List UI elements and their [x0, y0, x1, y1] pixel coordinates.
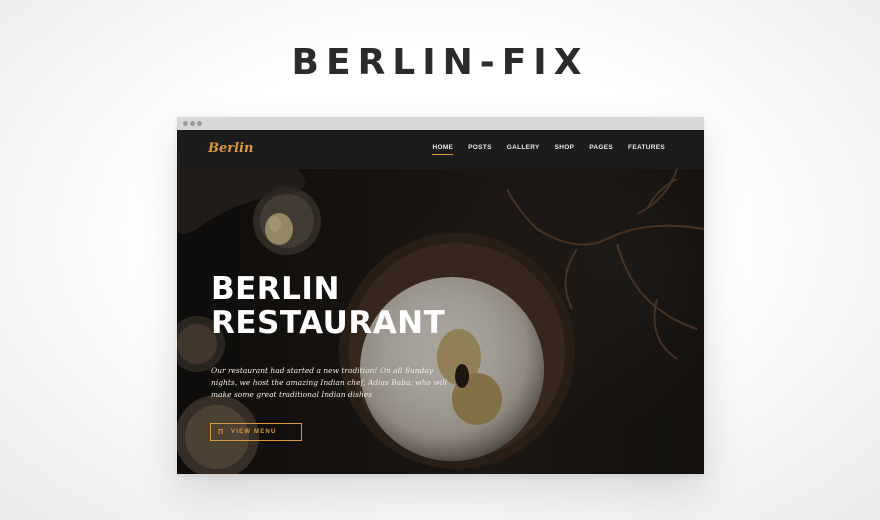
menu-item-posts[interactable]: POSTS [468, 144, 492, 151]
view-menu-label: VIEW MENU [231, 429, 277, 435]
browser-window: Berlin HOME POSTS GALLERY SHOP PAGES FEA… [177, 117, 704, 474]
menu-item-features[interactable]: FEATURES [628, 144, 665, 151]
menu-item-gallery[interactable]: GALLERY [507, 144, 540, 151]
window-dot-icon [190, 121, 195, 126]
hero-description: Our restaurant had started a new traditi… [211, 366, 447, 399]
site-logo[interactable]: Berlin [208, 141, 253, 156]
window-dot-icon [183, 121, 188, 126]
site-header: Berlin HOME POSTS GALLERY SHOP PAGES FEA… [177, 130, 704, 169]
theme-title: BERLIN-FIX [291, 42, 589, 83]
main-menu: HOME POSTS GALLERY SHOP PAGES FEATURES [432, 144, 665, 155]
hero-title-line: BERLIN [211, 271, 340, 307]
menu-item-shop[interactable]: SHOP [555, 144, 575, 151]
menu-item-pages[interactable]: PAGES [589, 144, 613, 151]
hero-section: BERLIN RESTAURANT Our restaurant had sta… [177, 169, 704, 474]
browser-chrome-bar [177, 117, 704, 130]
hero-title: BERLIN RESTAURANT [211, 272, 445, 340]
menu-item-home[interactable]: HOME [432, 144, 453, 155]
menu-book-icon: П [218, 428, 224, 436]
window-dot-icon [197, 121, 202, 126]
view-menu-button[interactable]: П VIEW MENU [210, 423, 302, 441]
hero-title-line: RESTAURANT [211, 305, 446, 341]
